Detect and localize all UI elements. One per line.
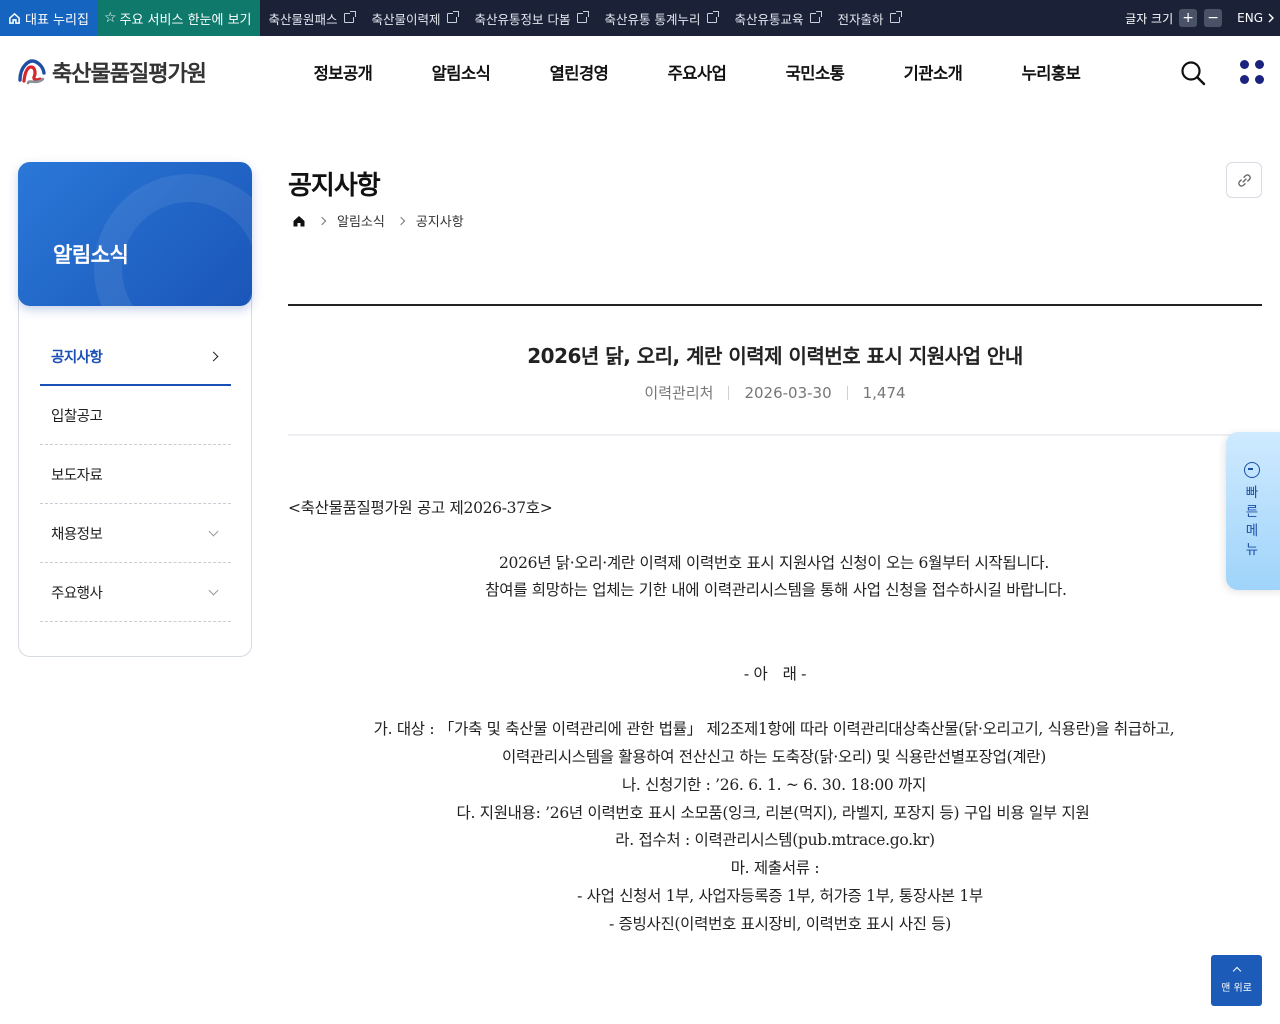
gnb-item-about[interactable]: 기관소개 [874,60,992,84]
body-line-5: 라. 접수처 : 이력관리시스템(pub.mtrace.go.kr) [615,831,935,849]
article-date: 2026-03-30 [744,383,832,402]
body-line-3: 나. 신청기한 : ’26. 6. 1. ~ 6. 30. 18:00 까지 [621,776,927,794]
language-label: ENG [1237,11,1263,25]
body-intro-1: 2026년 닭·오리·계란 이력제 이력번호 표시 지원사업 신청이 오는 6월… [498,554,1050,572]
home-icon[interactable] [292,214,306,228]
language-english-link[interactable]: ENG [1237,11,1274,25]
side-item-events[interactable]: 주요행사 [40,563,231,622]
body-line-2: 이력관리시스템을 활용하여 전산신고 하는 도축장(닭·오리) 및 식용란선별포… [502,748,1046,766]
side-item-press[interactable]: 보도자료 [40,445,231,504]
breadcrumb-item[interactable]: 알림소식 [337,211,385,230]
article-department: 이력관리처 [644,384,714,402]
topbar-link-label: 축산물이력제 [371,11,441,27]
quick-menu-icon [1244,462,1260,478]
side-item-label: 공지사항 [51,349,103,366]
topbar-link-label: 축산유통교육 [734,11,804,27]
topbar-link-label: 축산유통 통계누리 [604,11,701,27]
body-intro-2: 참여를 희망하는 업체는 기한 내에 이력관리시스템을 통해 사업 신청을 접수… [485,581,1067,599]
chevron-right-icon [1268,13,1274,23]
side-item-label: 채용정보 [51,526,103,543]
topbar-link-label: 전자출하 [837,11,884,27]
article-views: 1,474 [862,383,906,402]
all-menu-icon[interactable] [1240,60,1264,84]
side-item-recruit[interactable]: 채용정보 [40,504,231,563]
external-link-icon [576,11,589,23]
topbar-link-dabom[interactable]: 축산유통정보 다봄 [466,9,596,28]
logo-mark-icon [18,59,46,85]
logo-text: 축산물품질평가원 [52,62,207,87]
article-top-border [288,304,1262,306]
side-item-label: 주요행사 [51,585,103,602]
side-menu-list: 공지사항 입찰공고 보도자료 채용정보 주요행사 [40,328,231,622]
external-link-icon [706,11,719,23]
topbar-link-label: 축산물원패스 [268,11,338,27]
breadcrumb-separator-icon [396,216,406,225]
body-line-7: - 사업 신청서 1부, 사업자등록증 1부, 허가증 1부, 통장사본 1부 [577,887,983,905]
gnb-item-public-communication[interactable]: 국민소통 [756,60,874,84]
topbar-link-education[interactable]: 축산유통교육 [726,9,829,28]
body-line-6: 마. 제출서류 : [730,859,820,877]
home-icon [9,12,20,24]
page-title: 공지사항 [288,171,381,201]
meta-divider [846,385,848,400]
font-decrease-button[interactable]: − [1204,9,1223,27]
topbar-link-statistics[interactable]: 축산유통 통계누리 [596,9,726,28]
main-site-link[interactable]: 대표 누리집 [0,0,98,36]
breadcrumb-item-current[interactable]: 공지사항 [416,211,464,230]
link-icon [1237,173,1251,187]
external-link-icon [343,11,356,23]
topbar-link-label: 축산유통정보 다봄 [474,11,571,27]
external-link-icon [446,11,459,23]
main-site-label: 대표 누리집 [25,12,89,28]
main-navigation: 정보공개 알림소식 열린경영 주요사업 국민소통 기관소개 누리홍보 [284,60,1110,84]
share-link-button[interactable] [1226,162,1262,198]
services-overview-link[interactable]: ☆ 주요 서비스 한눈에 보기 [97,0,260,36]
scroll-to-top-button[interactable]: 맨 위로 [1211,955,1262,1006]
notice-number: <축산물품질평가원 공고 제2026-37호> [288,499,553,517]
topbar-link-shipping[interactable]: 전자출하 [829,9,909,28]
external-link-icon [809,11,822,23]
side-item-notice[interactable]: 공지사항 [40,328,231,386]
side-item-label: 입찰공고 [51,408,103,425]
article-meta: 이력관리처 2026-03-30 1,474 [288,382,1262,403]
utility-bar: 대표 누리집 ☆ 주요 서비스 한눈에 보기 축산물원패스 축산물이력제 축산유… [0,0,1280,36]
side-item-label: 보도자료 [51,467,103,484]
quick-menu-label: 빠른메뉴 [1245,485,1259,558]
topbar-link-traceability[interactable]: 축산물이력제 [363,9,466,28]
side-item-bid[interactable]: 입찰공고 [40,386,231,445]
chevron-down-icon [208,585,219,595]
article-title: 2026년 닭, 오리, 계란 이력제 이력번호 표시 지원사업 안내 [527,344,1023,368]
gnb-item-open-management[interactable]: 열린경영 [520,60,638,84]
site-header: 축산물품질평가원 정보공개 알림소식 열린경영 주요사업 국민소통 기관소개 누… [0,36,1280,108]
quick-menu-button[interactable]: 빠른메뉴 [1226,432,1280,590]
external-link-icon [889,11,902,23]
body-heading: - 아 래 - [743,665,807,683]
gnb-item-promotion[interactable]: 누리홍보 [992,60,1110,84]
services-overview-label: 주요 서비스 한눈에 보기 [119,12,252,28]
search-icon[interactable] [1180,60,1206,86]
chevron-down-icon [208,526,219,536]
site-logo[interactable]: 축산물품질평가원 [17,56,207,88]
meta-divider [728,385,730,400]
body-line-1: 가. 대상 : 「가축 및 축산물 이력관리에 관한 법률」 제2조제1항에 따… [373,720,1175,738]
chevron-right-icon [208,351,219,361]
breadcrumb-separator-icon [317,216,327,225]
gnb-item-main-business[interactable]: 주요사업 [638,60,756,84]
font-size-label: 글자 크기 [1125,11,1174,26]
star-icon: ☆ [103,10,117,26]
scroll-to-top-label: 맨 위로 [1221,982,1252,994]
topbar-link-onepass[interactable]: 축산물원패스 [260,9,363,28]
side-title: 알림소식 [53,243,129,267]
article-header-divider [288,434,1262,436]
chevron-up-icon [1232,966,1241,975]
font-increase-button[interactable]: + [1179,9,1198,27]
side-navigation: 알림소식 공지사항 입찰공고 보도자료 채용정보 주요행사 [18,162,252,657]
gnb-item-info-disclosure[interactable]: 정보공개 [284,60,402,84]
body-line-8: - 증빙사진(이력번호 표시장비, 이력번호 표시 사진 등) [609,915,951,933]
side-banner: 알림소식 [18,162,252,306]
body-line-4: 다. 지원내용: ’26년 이력번호 표시 소모품(잉크, 리본(먹지), 라벨… [456,804,1090,822]
breadcrumb: 알림소식 공지사항 [292,211,464,230]
gnb-item-news[interactable]: 알림소식 [402,60,520,84]
